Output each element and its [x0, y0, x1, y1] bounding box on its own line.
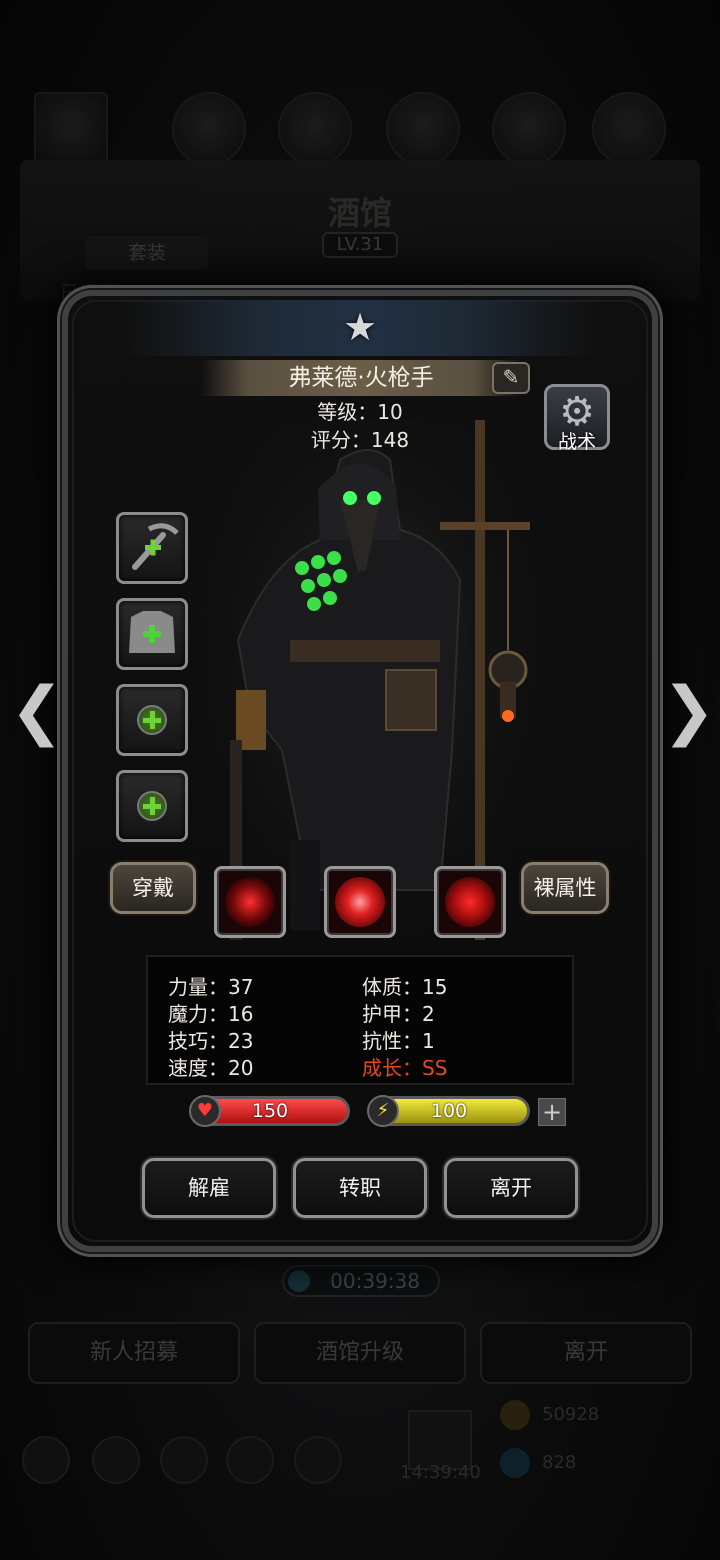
leave-button[interactable]: 离开 [444, 1158, 578, 1218]
skill-slot-1[interactable] [214, 866, 286, 938]
hero-level: 等级：10 [317, 400, 403, 424]
accessory-slot-1[interactable] [116, 684, 188, 756]
vortex-skill-icon [335, 877, 385, 927]
energy-bar: ⚡ 100 [367, 1095, 530, 1127]
base-attributes-button[interactable]: 裸属性 [521, 862, 609, 914]
resource-orb-icon [278, 92, 352, 166]
clock-text: 14:39:40 [400, 1462, 481, 1483]
resource-orb-icon [592, 92, 666, 166]
stat-armor: 护甲：2 [362, 1002, 435, 1026]
recruit-timer: 00:39:38 [282, 1265, 440, 1297]
hero-score: 评分：148 [310, 428, 410, 452]
target-skill-icon [445, 877, 495, 927]
dock-icon[interactable] [92, 1436, 140, 1484]
armor-slot[interactable] [116, 598, 188, 670]
set-tab[interactable]: 套装 [86, 236, 208, 270]
edit-icon: ✎ [502, 365, 520, 389]
resource-orb-icon [386, 92, 460, 166]
change-class-button[interactable]: 转职 [293, 1158, 427, 1218]
stat-constitution: 体质：15 [362, 975, 448, 999]
weapon-slot[interactable] [116, 512, 188, 584]
equip-button[interactable]: 穿戴 [110, 862, 196, 914]
stat-strength: 力量：37 [168, 975, 254, 999]
stat-resistance: 抗性：1 [362, 1029, 435, 1053]
upgrade-tavern-button[interactable]: 酒馆升级 [254, 1322, 466, 1384]
resource-orb-icon [172, 92, 246, 166]
skill-slot-2[interactable] [324, 866, 396, 938]
tactics-button[interactable]: ⚙ 战术 [544, 384, 610, 453]
pickaxe-icon [132, 523, 179, 570]
dock-icon[interactable] [294, 1436, 342, 1484]
previous-hero-arrow[interactable]: ❮ [10, 679, 64, 744]
add-energy-button[interactable]: + [538, 1098, 566, 1126]
hp-value: 150 [251, 1100, 289, 1122]
crosshair-skill-icon [225, 877, 275, 927]
star-icon: ★ [342, 305, 378, 349]
gem-icon [500, 1448, 530, 1478]
tactics-label: 战术 [557, 431, 596, 453]
resource-orb-icon [492, 92, 566, 166]
screen-title: 酒馆 [327, 194, 392, 232]
leave-tavern-button[interactable]: 离开 [480, 1322, 692, 1384]
hero-name: 弗莱德·火枪手 [288, 365, 434, 391]
hp-bar: ♥ 150 [189, 1095, 350, 1127]
dock-icon[interactable] [22, 1436, 70, 1484]
dock-icon[interactable] [160, 1436, 208, 1484]
add-icon [137, 791, 167, 821]
rename-button[interactable]: ✎ [492, 362, 530, 394]
tavern-level: LV.31 [322, 232, 398, 258]
gold-icon [500, 1400, 530, 1430]
dismiss-button[interactable]: 解雇 [142, 1158, 276, 1218]
accessory-slot-2[interactable] [116, 770, 188, 842]
portrait-icon [34, 92, 108, 166]
stat-speed: 速度：20 [168, 1056, 254, 1080]
add-icon [137, 705, 167, 735]
next-hero-arrow[interactable]: ❯ [662, 679, 716, 744]
timer-icon [288, 1270, 310, 1292]
stat-skill: 技巧：23 [168, 1029, 254, 1053]
stat-growth: 成长：SS [362, 1056, 448, 1080]
gold-amount: 50928 [542, 1404, 600, 1425]
energy-value: 100 [430, 1100, 468, 1122]
gem-amount: 828 [542, 1452, 577, 1473]
skill-slot-3[interactable] [434, 866, 506, 938]
gift-icon[interactable] [408, 1410, 472, 1470]
armor-icon [129, 611, 175, 653]
dock-icon[interactable] [226, 1436, 274, 1484]
timer-text: 00:39:38 [330, 1269, 420, 1293]
recruit-button[interactable]: 新人招募 [28, 1322, 240, 1384]
stat-magic: 魔力：16 [168, 1002, 254, 1026]
